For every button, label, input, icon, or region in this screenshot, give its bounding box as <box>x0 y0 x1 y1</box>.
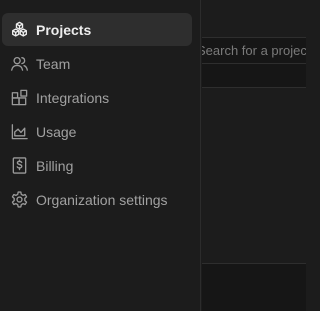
blocks-icon <box>9 88 29 108</box>
search-input[interactable]: Search for a project <box>202 38 306 64</box>
sidebar-item-label: Billing <box>36 157 74 174</box>
search-placeholder: Search for a project <box>202 43 306 58</box>
content-panel <box>202 88 306 264</box>
sidebar-item-organization-settings[interactable]: Organization settings <box>2 183 192 216</box>
dollar-receipt-icon <box>9 156 29 176</box>
sidebar-item-usage[interactable]: Usage <box>2 115 192 148</box>
sidebar-item-team[interactable]: Team <box>2 47 192 80</box>
sidebar-item-integrations[interactable]: Integrations <box>2 81 192 114</box>
sidebar-item-label: Team <box>36 55 71 72</box>
sidebar-item-projects[interactable]: Projects <box>2 13 192 46</box>
sidebar-item-label: Projects <box>36 21 92 38</box>
sidebar-item-label: Usage <box>36 123 77 140</box>
chart-icon <box>9 122 29 142</box>
main-content: Search for a project <box>202 0 306 311</box>
cubes-icon <box>9 20 29 40</box>
sidebar-item-label: Integrations <box>36 89 110 106</box>
sidebar: Projects Team Integrations Usage Billing… <box>0 0 201 311</box>
gear-icon <box>9 190 29 210</box>
sidebar-item-billing[interactable]: Billing <box>2 149 192 182</box>
users-icon <box>9 54 29 74</box>
top-bar <box>202 0 306 38</box>
sidebar-item-label: Organization settings <box>36 191 168 208</box>
toolbar-strip <box>202 64 306 88</box>
